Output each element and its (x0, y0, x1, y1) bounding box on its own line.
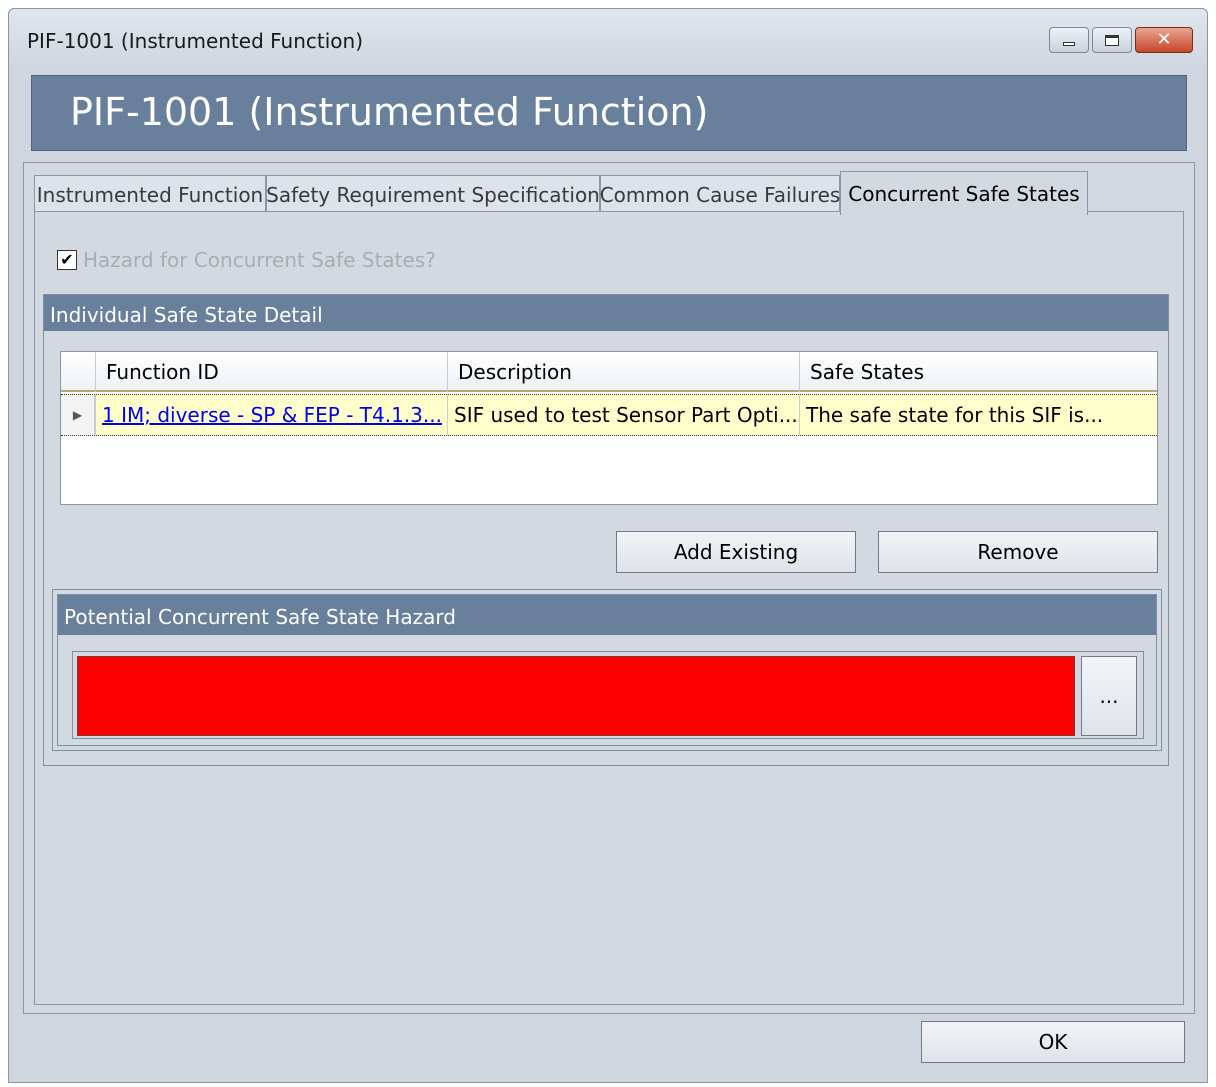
add-existing-button[interactable]: Add Existing (616, 531, 856, 573)
hazard-checkbox[interactable]: ✔ (57, 250, 77, 270)
page-header-banner: PIF-1001 (Instrumented Function) (31, 75, 1187, 151)
row-selector-arrow-icon[interactable]: ▶ (61, 395, 95, 435)
close-icon: ✕ (1156, 29, 1172, 50)
close-button[interactable]: ✕ (1135, 27, 1193, 53)
maximize-button[interactable] (1092, 27, 1132, 53)
title-bar[interactable]: PIF-1001 (Instrumented Function) ✕ (9, 9, 1207, 69)
minimize-icon (1063, 42, 1075, 46)
tab-instrumented-function[interactable]: Instrumented Function (34, 175, 266, 213)
dialog-window: PIF-1001 (Instrumented Function) ✕ PIF-1… (8, 8, 1208, 1083)
group-header: Individual Safe State Detail (44, 295, 1168, 331)
hazard-text-field[interactable] (77, 656, 1075, 736)
tab-common-cause-failures[interactable]: Common Cause Failures (600, 175, 840, 213)
page-title: PIF-1001 (Instrumented Function) (70, 90, 709, 134)
minimize-button[interactable] (1049, 27, 1089, 53)
hazard-field-container: ... (72, 651, 1144, 739)
ok-button[interactable]: OK (921, 1021, 1185, 1063)
potential-hazard-group-frame: Potential Concurrent Safe State Hazard .… (52, 589, 1162, 751)
hazard-checkbox-row: ✔ Hazard for Concurrent Safe States? (57, 248, 436, 272)
individual-safe-state-detail-group: Individual Safe State Detail Function ID… (43, 294, 1169, 766)
tab-safety-requirement-specification[interactable]: Safety Requirement Specification (266, 175, 600, 213)
remove-button[interactable]: Remove (878, 531, 1158, 573)
potential-hazard-group: Potential Concurrent Safe State Hazard .… (57, 594, 1157, 746)
column-header-function-id[interactable]: Function ID (95, 352, 447, 392)
table-row[interactable]: ▶ 1 IM; diverse - SP & FEP - T4.1.3... S… (61, 394, 1157, 436)
safe-states-cell[interactable]: The safe state for this SIF is... (799, 395, 1155, 435)
hazard-checkbox-label: Hazard for Concurrent Safe States? (83, 248, 436, 272)
tab-panel-concurrent-safe-states: ✔ Hazard for Concurrent Safe States? Ind… (34, 211, 1184, 1005)
description-cell[interactable]: SIF used to test Sensor Part Opti... (447, 395, 799, 435)
window-controls: ✕ (1049, 27, 1193, 53)
window-title: PIF-1001 (Instrumented Function) (27, 29, 364, 53)
column-header-safe-states[interactable]: Safe States (799, 352, 1155, 392)
ellipsis-button[interactable]: ... (1081, 656, 1137, 736)
tab-concurrent-safe-states[interactable]: Concurrent Safe States (840, 171, 1088, 215)
column-header-description[interactable]: Description (447, 352, 799, 392)
group-header: Potential Concurrent Safe State Hazard (58, 595, 1156, 635)
safe-states-grid: Function ID Description Safe States ▶ 1 … (60, 351, 1158, 505)
content-area: Instrumented Function Safety Requirement… (23, 162, 1195, 1014)
function-id-link[interactable]: 1 IM; diverse - SP & FEP - T4.1.3... (95, 395, 447, 435)
maximize-icon (1105, 34, 1119, 46)
grid-header: Function ID Description Safe States (61, 352, 1157, 392)
